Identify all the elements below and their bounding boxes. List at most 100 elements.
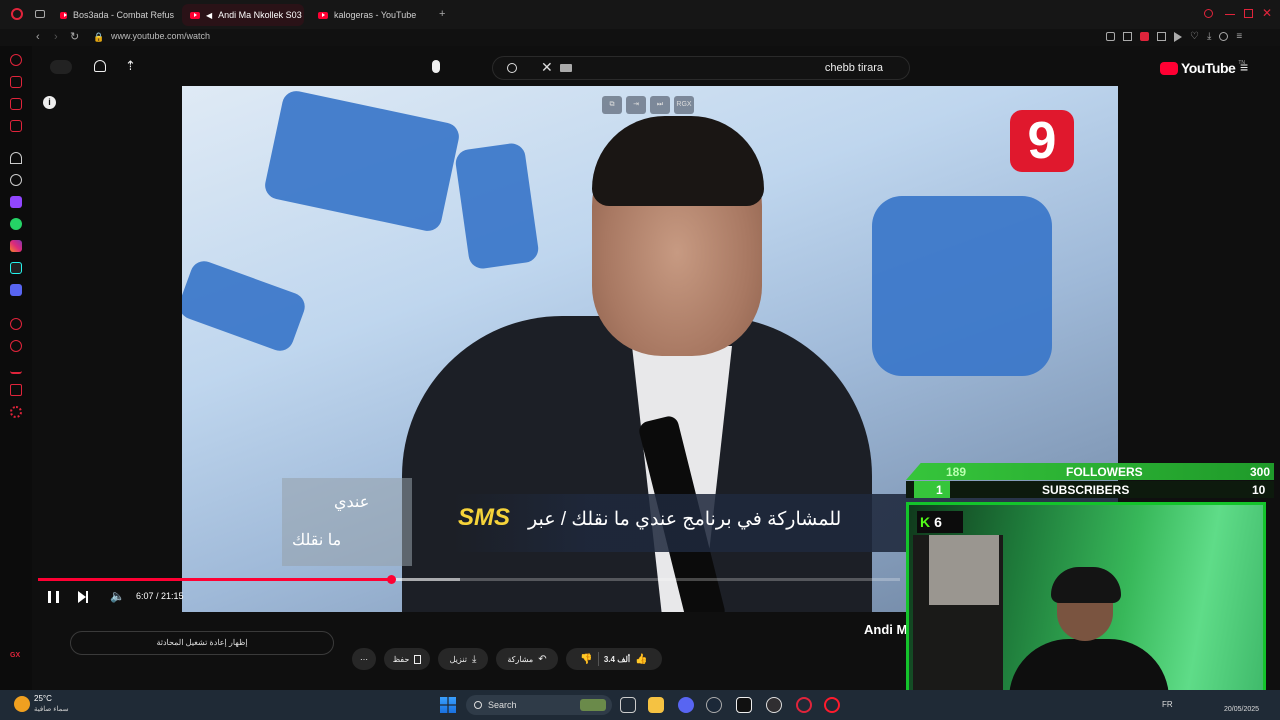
channel-9-logo: 9 <box>1010 110 1074 172</box>
download-icon: ⤓ <box>471 653 477 665</box>
download-button[interactable]: تنزيل ⤓ <box>438 648 488 670</box>
taskbar-search[interactable]: Search <box>466 695 612 715</box>
extension-icon[interactable] <box>1157 32 1166 41</box>
kick-logo-icon: K <box>920 514 931 530</box>
rgx-button[interactable]: RGX <box>674 96 694 114</box>
search-icon <box>474 701 482 709</box>
profile-icon[interactable] <box>1219 32 1229 41</box>
file-explorer-icon[interactable] <box>648 697 664 713</box>
avatar[interactable] <box>50 60 72 74</box>
capcut-icon[interactable] <box>736 697 752 713</box>
more-button[interactable]: ⋯ <box>352 648 376 670</box>
lock-icon: 🔒 <box>93 32 105 42</box>
steam-icon[interactable] <box>706 697 722 713</box>
stream-stats-overlay: 189 FOLLOWERS 300 1 SUBSCRIBERS 10 <box>906 463 1274 499</box>
close-window-button[interactable]: ✕ <box>1262 6 1272 20</box>
keyboard-icon[interactable] <box>560 64 572 72</box>
download-icon[interactable]: ⤓ <box>1207 32 1211 42</box>
messenger-icon[interactable] <box>10 98 22 110</box>
studio-graphic <box>182 257 309 355</box>
subscribers-goal: 10 <box>1252 483 1266 497</box>
extensions-icon[interactable] <box>10 384 22 396</box>
skip-icon[interactable]: ⏭ <box>650 96 670 114</box>
pin-icon[interactable] <box>1106 32 1115 41</box>
search-icon[interactable] <box>507 63 517 73</box>
search-bar: ✕ <box>492 56 910 80</box>
studio-graphic <box>262 88 462 234</box>
settings-icon[interactable] <box>10 406 22 418</box>
dislike-icon[interactable]: 👎 <box>580 654 592 665</box>
lower-third-line1: عندي <box>334 494 370 511</box>
mail-icon[interactable] <box>10 120 22 132</box>
heart-icon[interactable]: ♡ <box>1190 32 1199 42</box>
share-button[interactable]: مشاركة ↶ <box>496 648 558 670</box>
snapshot-icon[interactable] <box>1123 32 1132 41</box>
search-tabs-icon[interactable] <box>1204 9 1213 18</box>
like-icon[interactable]: 👍 <box>635 654 647 665</box>
opera-gx-icon[interactable] <box>796 697 812 713</box>
minimize-button[interactable] <box>1225 14 1235 15</box>
next-bar <box>86 591 88 603</box>
opera-logo-icon[interactable] <box>11 8 23 20</box>
notifications-icon[interactable] <box>94 60 106 72</box>
next-button[interactable] <box>78 591 88 603</box>
search-input[interactable] <box>583 60 883 76</box>
popout-icon[interactable]: ⧉ <box>602 96 622 114</box>
opera-sidebar: GX <box>0 46 32 690</box>
info-icon[interactable]: i <box>43 96 56 109</box>
speaker-icon: ◀ <box>206 10 213 20</box>
reload-icon[interactable]: ↻ <box>70 31 79 43</box>
clock-icon[interactable] <box>10 340 22 352</box>
url-field[interactable]: www.youtube.com/watch <box>111 31 210 41</box>
save-button[interactable]: حفظ <box>384 648 430 670</box>
tab-andi-ma-nkollek[interactable]: ◀ Andi Ma Nkollek S03 <box>182 4 304 26</box>
gx-icon[interactable]: GX <box>10 652 20 659</box>
clock-date[interactable]: 20/05/2025 <box>1224 706 1259 713</box>
instagram-icon[interactable] <box>10 240 22 252</box>
arrow-up-icon[interactable] <box>10 152 22 164</box>
show-chat-replay-button[interactable]: إظهار إعادة تشغيل المحادثة <box>70 631 334 655</box>
play-icon[interactable] <box>1174 32 1182 42</box>
clear-search-icon[interactable]: ✕ <box>541 59 553 76</box>
next-icon <box>78 591 86 603</box>
new-tab-button[interactable]: + <box>439 8 445 20</box>
whatsapp-icon[interactable] <box>10 218 22 230</box>
tab-bos3ada[interactable]: Bos3ada - Combat Refus <box>52 4 174 26</box>
tab-manager-icon[interactable] <box>35 10 45 18</box>
aria-icon[interactable] <box>10 54 22 66</box>
upload-icon[interactable]: ⇡ <box>125 58 136 74</box>
weather-temp: 25°C <box>34 694 52 703</box>
discord-icon[interactable] <box>678 697 694 713</box>
snapshot-icon[interactable]: ⇥ <box>626 96 646 114</box>
chatgpt-icon[interactable] <box>10 174 22 186</box>
twitch-icon[interactable] <box>10 196 22 208</box>
news-icon[interactable] <box>10 76 22 88</box>
menu-icon[interactable]: ≡ <box>1236 32 1242 42</box>
tab-kalogeras[interactable]: kalogeras - YouTube <box>310 4 432 26</box>
back-icon[interactable]: ‹ <box>36 31 40 43</box>
opera-icon[interactable] <box>824 697 840 713</box>
pause-button[interactable] <box>48 591 59 603</box>
webcam-overlay: K 6 <box>906 502 1266 708</box>
progress-bar[interactable] <box>38 575 900 584</box>
weather-icon[interactable] <box>14 696 30 712</box>
shield-icon[interactable] <box>1140 32 1149 41</box>
share-icon: ↶ <box>538 653 547 665</box>
menu-icon[interactable]: ≡ <box>1240 59 1248 75</box>
volume-button[interactable]: 🔈 <box>110 589 125 603</box>
obs-icon[interactable] <box>766 697 782 713</box>
discord-icon[interactable] <box>10 284 22 296</box>
tiktok-icon[interactable] <box>10 262 22 274</box>
task-view-icon[interactable] <box>620 697 636 713</box>
history-icon[interactable] <box>10 318 22 330</box>
downloads-icon[interactable] <box>10 362 22 374</box>
forward-icon[interactable]: › <box>54 31 58 43</box>
maximize-button[interactable] <box>1244 9 1253 18</box>
youtube-logo[interactable]: YouTube TN <box>1160 60 1245 76</box>
subscribers-label: SUBSCRIBERS <box>1042 483 1130 497</box>
download-label: تنزيل <box>449 654 467 664</box>
windows-taskbar: 25°C سماء صافية Search FR 20/05/2025 <box>0 690 1280 720</box>
voice-search-icon[interactable] <box>432 60 440 73</box>
start-icon[interactable] <box>440 697 456 713</box>
language-indicator[interactable]: FR <box>1162 700 1173 709</box>
